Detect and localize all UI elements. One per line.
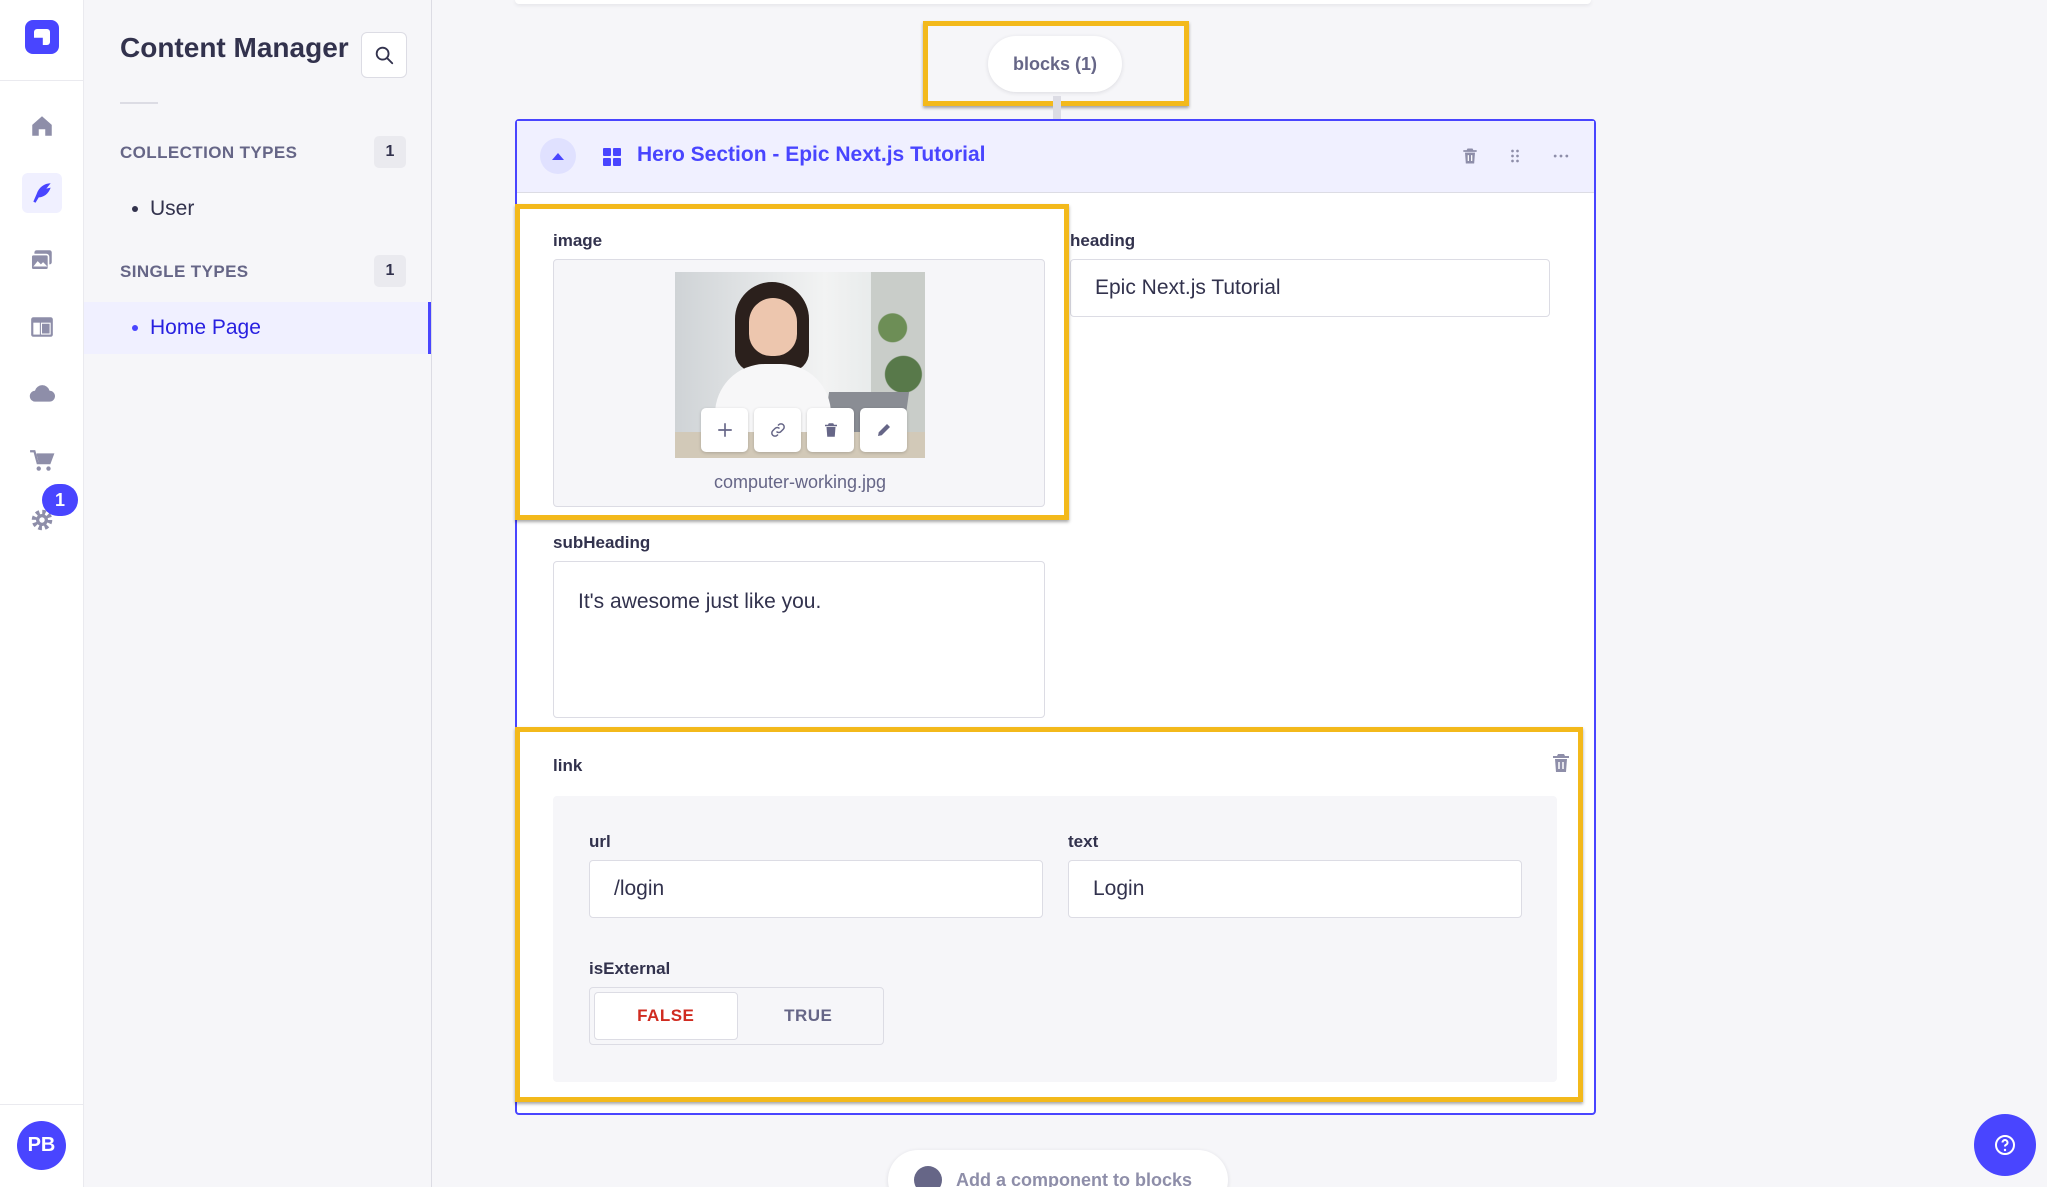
subheading-textarea[interactable]: It's awesome just like you. — [553, 561, 1045, 718]
blocks-dynamic-zone-pill[interactable]: blocks (1) — [988, 36, 1122, 92]
nav-divider — [0, 1104, 84, 1105]
search-icon — [375, 46, 394, 65]
text-label: text — [1068, 832, 1099, 851]
subnav-item-home-page[interactable]: Home Page — [84, 302, 431, 354]
image-media-field[interactable]: computer-working.jpg — [553, 259, 1045, 507]
search-button[interactable] — [361, 32, 407, 78]
media-library-icon[interactable] — [22, 240, 62, 280]
is-external-label: isExternal — [589, 959, 671, 978]
subnav-item-user[interactable]: User — [84, 183, 431, 235]
media-toolbar — [701, 408, 907, 452]
add-component-button[interactable]: Add a component to blocks — [888, 1150, 1228, 1187]
component-icon — [603, 148, 621, 166]
single-types-label[interactable]: SINGLE TYPES — [120, 262, 249, 282]
link-label: link — [553, 756, 583, 775]
help-icon — [1995, 1135, 2015, 1155]
collection-types-label[interactable]: COLLECTION TYPES — [120, 143, 297, 163]
plus-icon — [717, 423, 732, 437]
bullet-icon — [132, 325, 138, 331]
image-label: image — [553, 231, 603, 250]
drag-handle[interactable] — [1500, 141, 1530, 171]
drag-icon — [1511, 149, 1519, 163]
pencil-icon — [877, 424, 890, 436]
zone-connector — [1053, 96, 1061, 121]
block-title[interactable]: Hero Section - Epic Next.js Tutorial — [637, 143, 986, 167]
url-label: url — [589, 832, 611, 851]
edit-media-button[interactable] — [860, 408, 907, 452]
plus-circle-icon — [914, 1166, 942, 1187]
link-icon — [770, 423, 785, 437]
is-external-toggle[interactable]: FALSE TRUE — [589, 987, 884, 1045]
add-component-label: Add a component to blocks — [956, 1169, 1193, 1187]
collapse-button[interactable] — [540, 138, 576, 174]
block-header: Hero Section - Epic Next.js Tutorial — [517, 121, 1594, 193]
settings-notification-badge: 1 — [42, 484, 78, 516]
delete-link-icon[interactable] — [1549, 751, 1573, 775]
content-type-builder-icon[interactable] — [22, 307, 62, 347]
text-input[interactable]: Login — [1068, 860, 1522, 918]
marketplace-icon[interactable] — [22, 441, 62, 481]
delete-block-button[interactable] — [1455, 141, 1485, 171]
subnav-divider — [120, 102, 158, 104]
help-button[interactable] — [1974, 1114, 2036, 1176]
content-manager-subnav: Content Manager COLLECTION TYPES 1 User … — [84, 0, 432, 1187]
main-nav: 1 PB — [0, 0, 84, 1187]
nav-divider — [0, 80, 84, 81]
add-media-button[interactable] — [701, 408, 748, 452]
cloud-icon[interactable] — [22, 374, 62, 414]
user-avatar[interactable]: PB — [17, 1121, 66, 1170]
more-icon — [1553, 154, 1569, 158]
subnav-title: Content Manager — [120, 32, 349, 63]
toggle-false-option[interactable]: FALSE — [594, 992, 738, 1040]
editor-main: blocks (1) Hero Section - Epic Next.js T… — [432, 0, 2047, 1187]
delete-media-button[interactable] — [807, 408, 854, 452]
subheading-label: subHeading — [553, 533, 651, 552]
bullet-icon — [132, 206, 138, 212]
url-input[interactable]: /login — [589, 860, 1043, 918]
heading-input[interactable]: Epic Next.js Tutorial — [1070, 259, 1550, 317]
trash-icon — [1463, 148, 1477, 164]
toggle-true-option[interactable]: TRUE — [738, 992, 880, 1040]
subnav-item-label: Home Page — [150, 316, 261, 339]
strapi-logo[interactable] — [25, 20, 59, 54]
heading-label: heading — [1070, 231, 1136, 250]
hero-section-block: Hero Section - Epic Next.js Tutorial ima… — [515, 119, 1596, 1115]
single-types-count: 1 — [374, 255, 406, 287]
content-manager-icon[interactable] — [22, 173, 62, 213]
previous-card-edge — [515, 0, 1591, 4]
trash-icon — [824, 423, 837, 437]
subnav-item-label: User — [150, 197, 195, 220]
more-actions-button[interactable] — [1546, 141, 1576, 171]
home-icon[interactable] — [22, 106, 62, 146]
image-filename: computer-working.jpg — [713, 472, 887, 492]
copy-link-button[interactable] — [754, 408, 801, 452]
collection-types-count: 1 — [374, 136, 406, 168]
